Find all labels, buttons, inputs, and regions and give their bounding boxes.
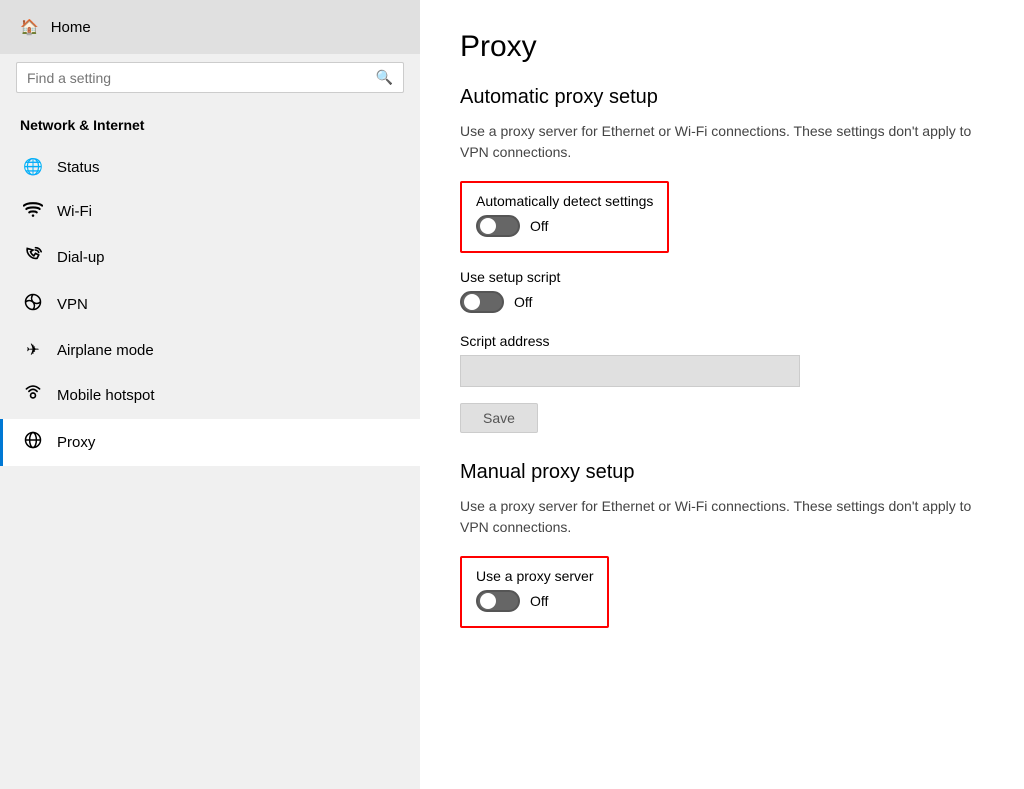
sidebar-item-label: Proxy — [57, 434, 95, 451]
sidebar-home-label: Home — [51, 19, 91, 36]
use-proxy-toggle[interactable] — [476, 590, 520, 612]
setup-script-label: Use setup script — [460, 269, 984, 285]
automatic-section-title: Automatic proxy setup — [460, 86, 984, 109]
sidebar-section-title: Network & Internet — [0, 109, 420, 145]
auto-detect-toggle-row: Off — [476, 215, 653, 237]
sidebar-item-airplane[interactable]: ✈ Airplane mode — [0, 328, 420, 372]
airplane-icon: ✈ — [23, 340, 43, 360]
sidebar-item-home[interactable]: 🏠 Home — [0, 0, 420, 54]
automatic-description: Use a proxy server for Ethernet or Wi-Fi… — [460, 121, 984, 163]
sidebar-item-label: Wi-Fi — [57, 203, 92, 220]
auto-detect-toggle[interactable] — [476, 215, 520, 237]
sidebar-item-label: Mobile hotspot — [57, 387, 155, 404]
auto-detect-label: Automatically detect settings — [476, 193, 653, 209]
sidebar-item-dialup[interactable]: Dial-up — [0, 234, 420, 281]
hotspot-icon — [23, 384, 43, 407]
setup-script-toggle-row: Off — [460, 291, 984, 313]
setup-script-block: Use setup script Off — [460, 269, 984, 313]
setup-script-toggle[interactable] — [460, 291, 504, 313]
search-input[interactable] — [27, 70, 376, 86]
use-proxy-block: Use a proxy server Off — [460, 556, 609, 628]
sidebar-item-label: Dial-up — [57, 249, 105, 266]
vpn-icon — [23, 293, 43, 316]
manual-description: Use a proxy server for Ethernet or Wi-Fi… — [460, 496, 984, 538]
script-address-block: Script address — [460, 333, 984, 387]
use-proxy-label: Use a proxy server — [476, 568, 593, 584]
use-proxy-toggle-label: Off — [530, 593, 548, 609]
main-content: Proxy Automatic proxy setup Use a proxy … — [420, 0, 1024, 789]
setup-script-toggle-label: Off — [514, 294, 532, 310]
sidebar-item-vpn[interactable]: VPN — [0, 281, 420, 328]
auto-detect-toggle-label: Off — [530, 218, 548, 234]
proxy-icon — [23, 431, 43, 454]
search-box[interactable]: 🔍 — [16, 62, 404, 93]
page-title: Proxy — [460, 30, 984, 64]
sidebar-item-hotspot[interactable]: Mobile hotspot — [0, 372, 420, 419]
sidebar: 🏠 Home 🔍 Network & Internet 🌐 Status Wi-… — [0, 0, 420, 789]
sidebar-item-label: VPN — [57, 296, 88, 313]
home-icon: 🏠 — [20, 18, 39, 36]
sidebar-item-proxy[interactable]: Proxy — [0, 419, 420, 466]
dialup-icon — [23, 246, 43, 269]
sidebar-item-label: Airplane mode — [57, 342, 154, 359]
sidebar-item-wifi[interactable]: Wi-Fi — [0, 189, 420, 234]
manual-section-title: Manual proxy setup — [460, 461, 984, 484]
wifi-icon — [23, 201, 43, 222]
sidebar-item-label: Status — [57, 159, 100, 176]
save-button[interactable]: Save — [460, 403, 538, 433]
script-address-input[interactable] — [460, 355, 800, 387]
script-address-label: Script address — [460, 333, 984, 349]
sidebar-item-status[interactable]: 🌐 Status — [0, 145, 420, 189]
use-proxy-toggle-row: Off — [476, 590, 593, 612]
search-icon: 🔍 — [376, 69, 393, 86]
auto-detect-block: Automatically detect settings Off — [460, 181, 669, 253]
status-icon: 🌐 — [23, 157, 43, 177]
